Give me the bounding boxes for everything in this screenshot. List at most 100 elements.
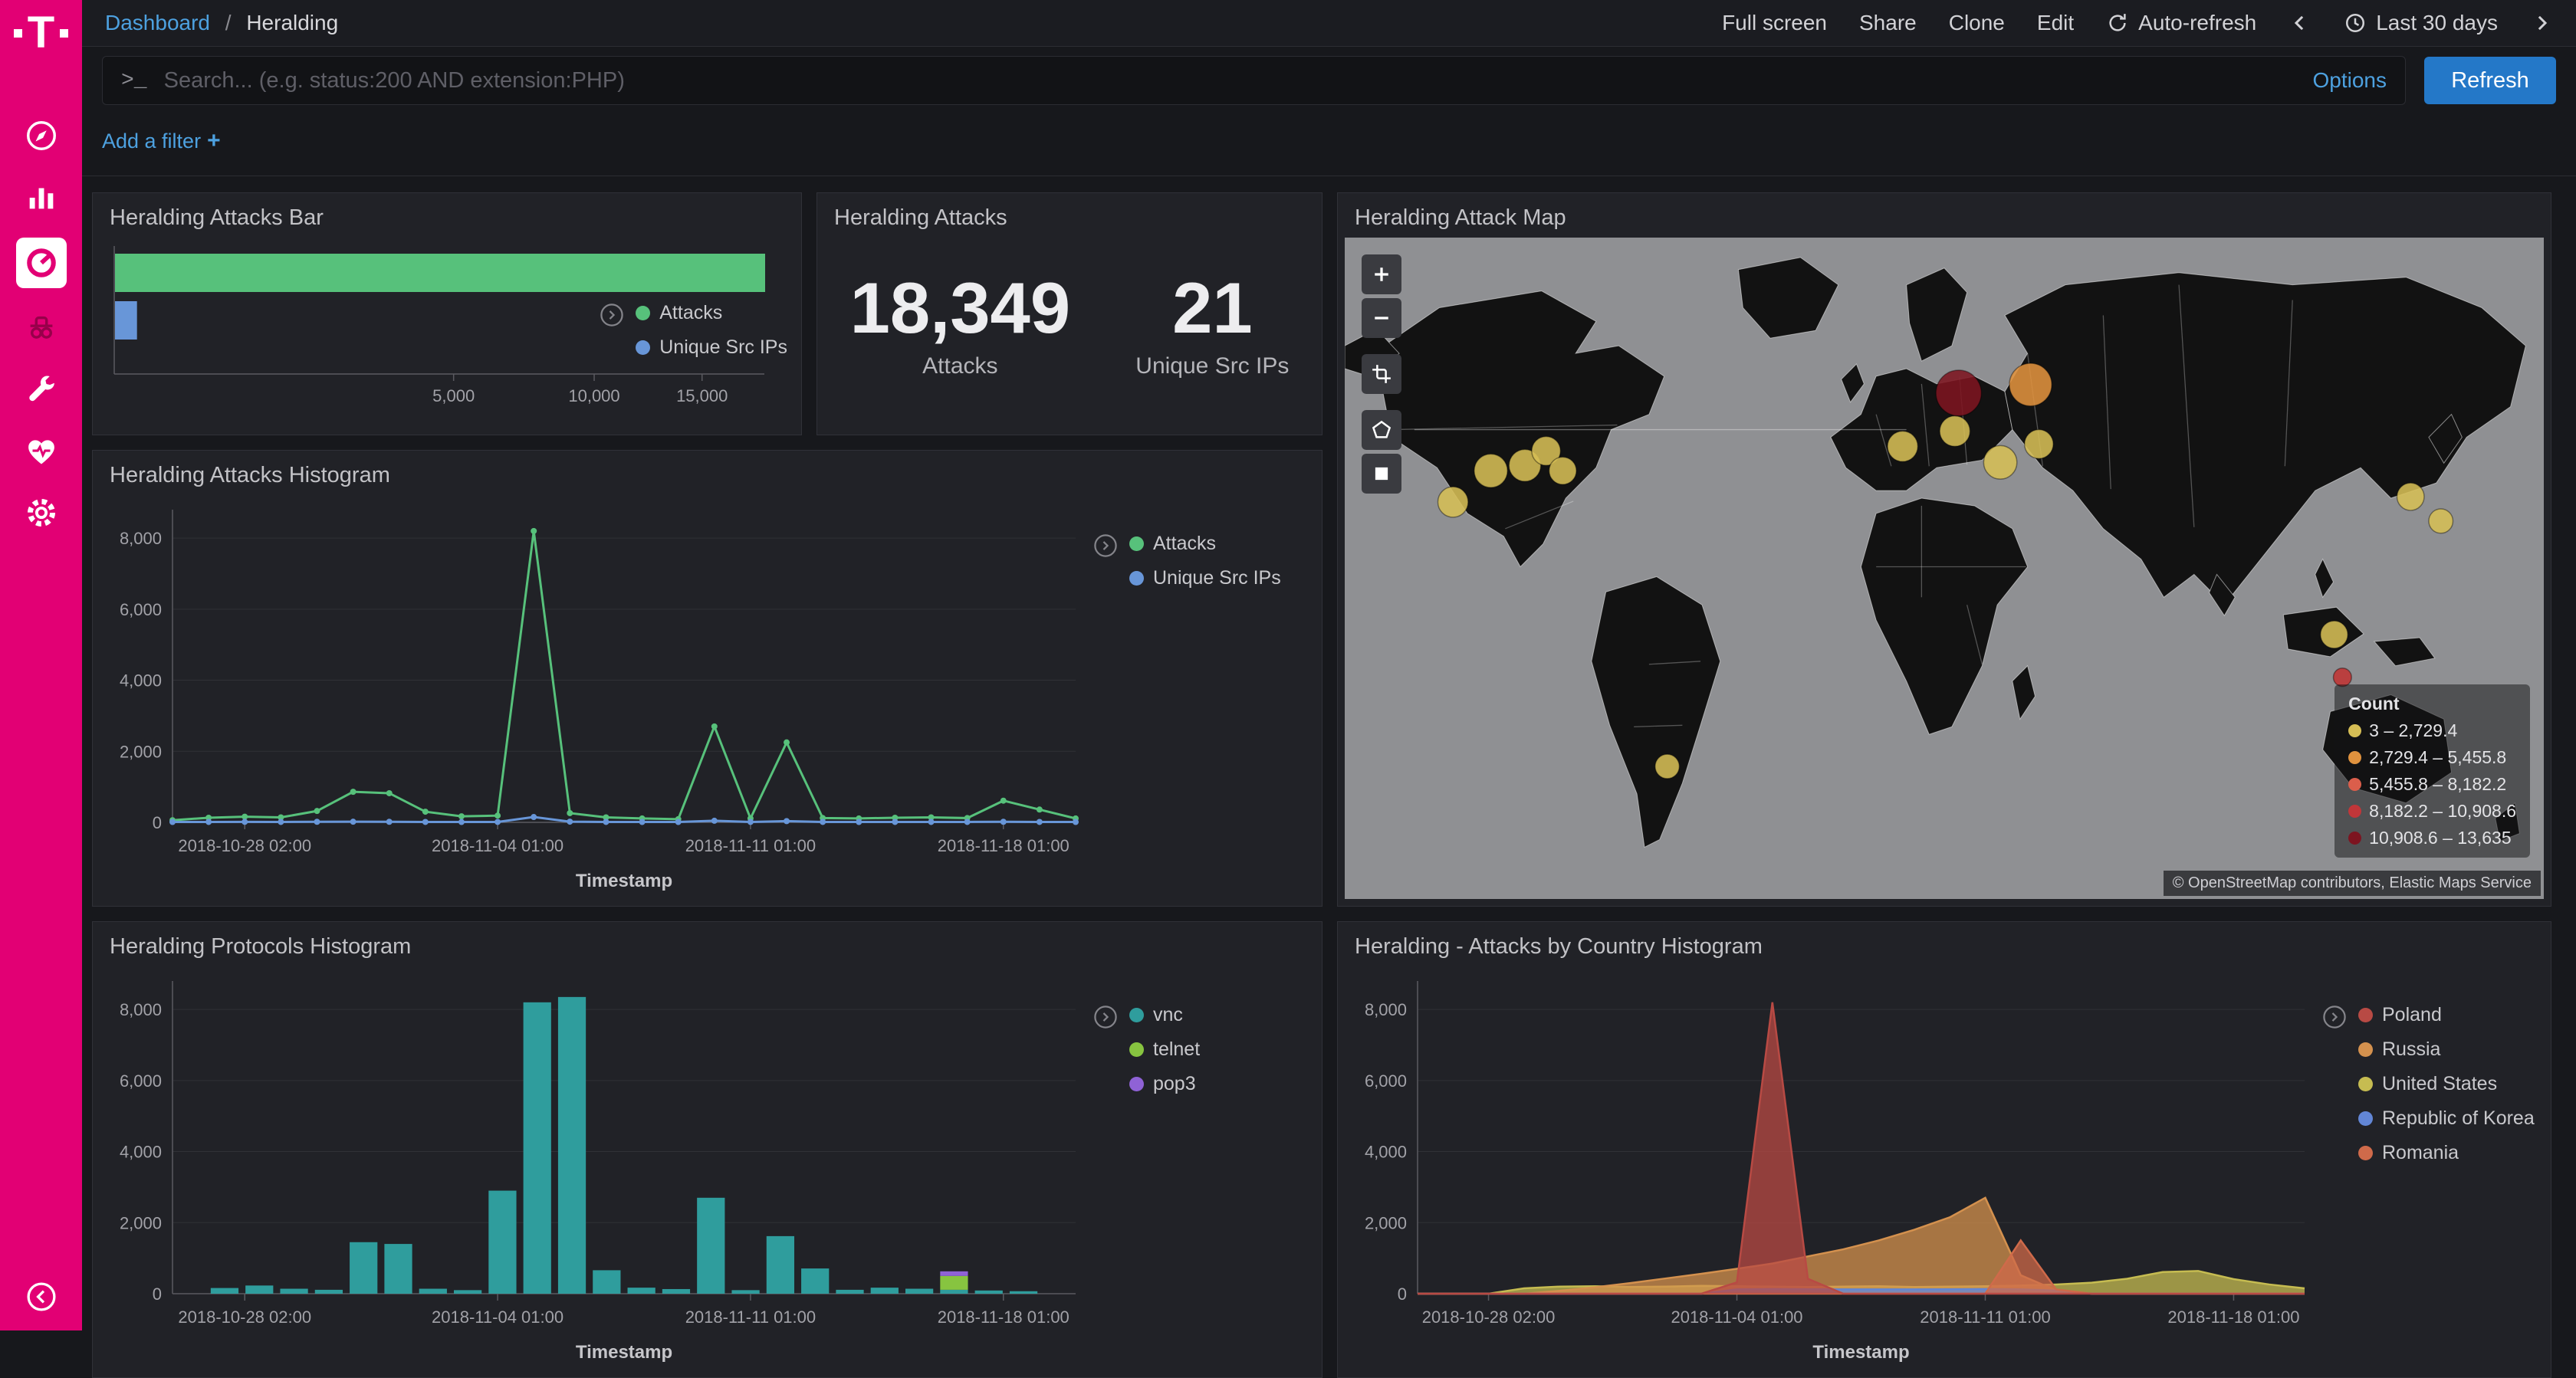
fit-data-bounds-button[interactable] bbox=[1362, 354, 1401, 394]
attack-map[interactable]: Count 3 – 2,729.42,729.4 – 5,455.85,455.… bbox=[1345, 238, 2544, 899]
map-legend-range-label: 2,729.4 – 5,455.8 bbox=[2369, 747, 2506, 768]
legend-label: Unique Src IPs bbox=[659, 336, 787, 359]
panel-title: Heralding Attacks bbox=[817, 193, 1322, 235]
legend-color-dot bbox=[636, 306, 650, 320]
svg-text:10,000: 10,000 bbox=[568, 386, 619, 405]
bar-chart-icon bbox=[24, 179, 59, 215]
attack-location-marker[interactable] bbox=[1983, 445, 2016, 479]
legend-item[interactable]: pop3 bbox=[1129, 1073, 1200, 1095]
attack-location-marker[interactable] bbox=[1888, 431, 1917, 462]
legend-toggle-button[interactable] bbox=[1092, 533, 1119, 563]
legend-toggle-button[interactable] bbox=[599, 302, 625, 332]
metric-attacks: 18,349 Attacks bbox=[850, 272, 1071, 379]
attack-location-marker[interactable] bbox=[1940, 416, 1970, 447]
map-controls bbox=[1362, 254, 1401, 494]
map-legend-color-dot bbox=[2348, 805, 2361, 818]
legend-label: pop3 bbox=[1153, 1073, 1196, 1095]
compass-icon bbox=[24, 118, 59, 153]
svg-text:8,000: 8,000 bbox=[1365, 1000, 1407, 1019]
legend-item[interactable]: Russia bbox=[2358, 1038, 2535, 1061]
legend-label: Unique Src IPs bbox=[1153, 567, 1281, 589]
svg-text:8,000: 8,000 bbox=[120, 529, 162, 548]
panel-heralding-attacks-histogram: Heralding Attacks Histogram 02,0004,0006… bbox=[92, 450, 1322, 907]
attack-location-marker[interactable] bbox=[2009, 363, 2052, 406]
legend-item[interactable]: Republic of Korea bbox=[2358, 1107, 2535, 1130]
attacks-histogram-chart[interactable]: 02,0004,0006,0008,0002018-10-28 02:00201… bbox=[99, 496, 1092, 902]
metric-label: Attacks bbox=[850, 353, 1071, 379]
sidebar-item-management[interactable] bbox=[16, 492, 67, 533]
map-legend-color-dot bbox=[2348, 778, 2361, 791]
country-histogram-chart[interactable]: 02,0004,0006,0008,0002018-10-28 02:00201… bbox=[1344, 967, 2321, 1373]
svg-text:2018-11-18 01:00: 2018-11-18 01:00 bbox=[2167, 1307, 2299, 1327]
svg-text:2018-10-28 02:00: 2018-10-28 02:00 bbox=[178, 1307, 311, 1327]
panel-title: Heralding Attack Map bbox=[1338, 193, 2551, 235]
chart-legend: Poland Russia United States Republic of Kor… bbox=[2321, 967, 2540, 1373]
attack-location-marker[interactable] bbox=[2321, 621, 2348, 648]
svg-text:15,000: 15,000 bbox=[676, 386, 728, 405]
metric-unique-src-ips: 21 Unique Src IPs bbox=[1135, 272, 1289, 379]
legend-label: Russia bbox=[2382, 1038, 2440, 1061]
map-attribution: © OpenStreetMap contributors, Elastic Ma… bbox=[2164, 871, 2541, 896]
legend-item[interactable]: telnet bbox=[1129, 1038, 1200, 1061]
legend-toggle-button[interactable] bbox=[1092, 1004, 1119, 1034]
wrench-icon bbox=[24, 372, 59, 408]
svg-text:8,000: 8,000 bbox=[120, 1000, 162, 1019]
sidebar-item-visualize[interactable] bbox=[16, 176, 67, 218]
sidebar-item-dev-tools[interactable] bbox=[16, 369, 67, 411]
sidebar-item-dashboard[interactable] bbox=[16, 238, 67, 288]
attack-location-marker[interactable] bbox=[1655, 754, 1680, 779]
dashboard-icon bbox=[24, 245, 59, 281]
legend-label: Attacks bbox=[1153, 533, 1216, 555]
svg-text:2018-11-18 01:00: 2018-11-18 01:00 bbox=[938, 836, 1070, 855]
panel-title: Heralding - Attacks by Country Histogram bbox=[1338, 922, 2551, 964]
legend-color-dot bbox=[2358, 1077, 2373, 1091]
sidebar-item-monitoring[interactable] bbox=[16, 431, 67, 472]
draw-polygon-button[interactable] bbox=[1362, 410, 1401, 450]
sidebar-item-discover[interactable] bbox=[16, 115, 67, 156]
svg-text:2018-11-11 01:00: 2018-11-11 01:00 bbox=[1920, 1307, 2050, 1327]
attack-location-marker[interactable] bbox=[1438, 487, 1467, 517]
zoom-out-button[interactable] bbox=[1362, 298, 1401, 338]
legend-item[interactable]: Romania bbox=[2358, 1142, 2535, 1164]
attack-location-marker[interactable] bbox=[2429, 509, 2453, 533]
attack-location-marker[interactable] bbox=[1474, 454, 1507, 487]
panel-title: Heralding Attacks Histogram bbox=[93, 451, 1322, 493]
zoom-in-button[interactable] bbox=[1362, 254, 1401, 294]
attack-location-marker[interactable] bbox=[1549, 457, 1577, 484]
legend-toggle-icon bbox=[1092, 1004, 1119, 1030]
panel-heralding-attacks-bar: Heralding Attacks Bar 5,00010,00015,000 … bbox=[92, 192, 802, 435]
svg-text:0: 0 bbox=[153, 813, 162, 832]
metric-label: Unique Src IPs bbox=[1135, 353, 1289, 379]
chart-legend: Attacks Unique Src IPs bbox=[1092, 496, 1311, 902]
legend-label: Republic of Korea bbox=[2382, 1107, 2535, 1130]
map-legend-row: 2,729.4 – 5,455.8 bbox=[2348, 747, 2516, 768]
legend-label: Attacks bbox=[659, 302, 722, 324]
map-legend-row: 3 – 2,729.4 bbox=[2348, 720, 2516, 741]
attack-location-marker[interactable] bbox=[1936, 370, 1981, 416]
legend-toggle-icon bbox=[1092, 533, 1119, 559]
legend-label: vnc bbox=[1153, 1004, 1183, 1026]
logo-dot-right bbox=[60, 29, 68, 38]
legend-item[interactable]: Attacks bbox=[1129, 533, 1281, 555]
map-legend-row: 5,455.8 – 8,182.2 bbox=[2348, 774, 2516, 795]
legend-item[interactable]: vnc bbox=[1129, 1004, 1200, 1026]
attack-location-marker[interactable] bbox=[2025, 430, 2054, 459]
attack-location-marker[interactable] bbox=[2397, 483, 2424, 510]
chart-legend: vnc telnet pop3 bbox=[1092, 967, 1311, 1373]
map-legend-color-dot bbox=[2348, 724, 2361, 737]
legend-item[interactable]: Attacks bbox=[636, 302, 787, 324]
svg-text:4,000: 4,000 bbox=[120, 1143, 162, 1162]
protocols-histogram-chart[interactable]: 02,0004,0006,0008,0002018-10-28 02:00201… bbox=[99, 967, 1092, 1373]
legend-toggle-icon bbox=[2321, 1004, 2348, 1030]
legend-item[interactable]: United States bbox=[2358, 1073, 2535, 1095]
collapse-nav-button[interactable] bbox=[0, 1280, 82, 1314]
svg-text:0: 0 bbox=[1398, 1284, 1407, 1304]
legend-item[interactable]: Unique Src IPs bbox=[1129, 567, 1281, 589]
sidebar-item-t-pot[interactable] bbox=[16, 308, 67, 349]
legend-item[interactable]: Unique Src IPs bbox=[636, 336, 787, 359]
legend-item[interactable]: Poland bbox=[2358, 1004, 2535, 1026]
legend-toggle-button[interactable] bbox=[2321, 1004, 2348, 1034]
attacks-bar-chart[interactable]: 5,00010,00015,000 bbox=[107, 238, 599, 422]
draw-rectangle-button[interactable] bbox=[1362, 454, 1401, 494]
map-legend: Count 3 – 2,729.42,729.4 – 5,455.85,455.… bbox=[2334, 684, 2530, 858]
